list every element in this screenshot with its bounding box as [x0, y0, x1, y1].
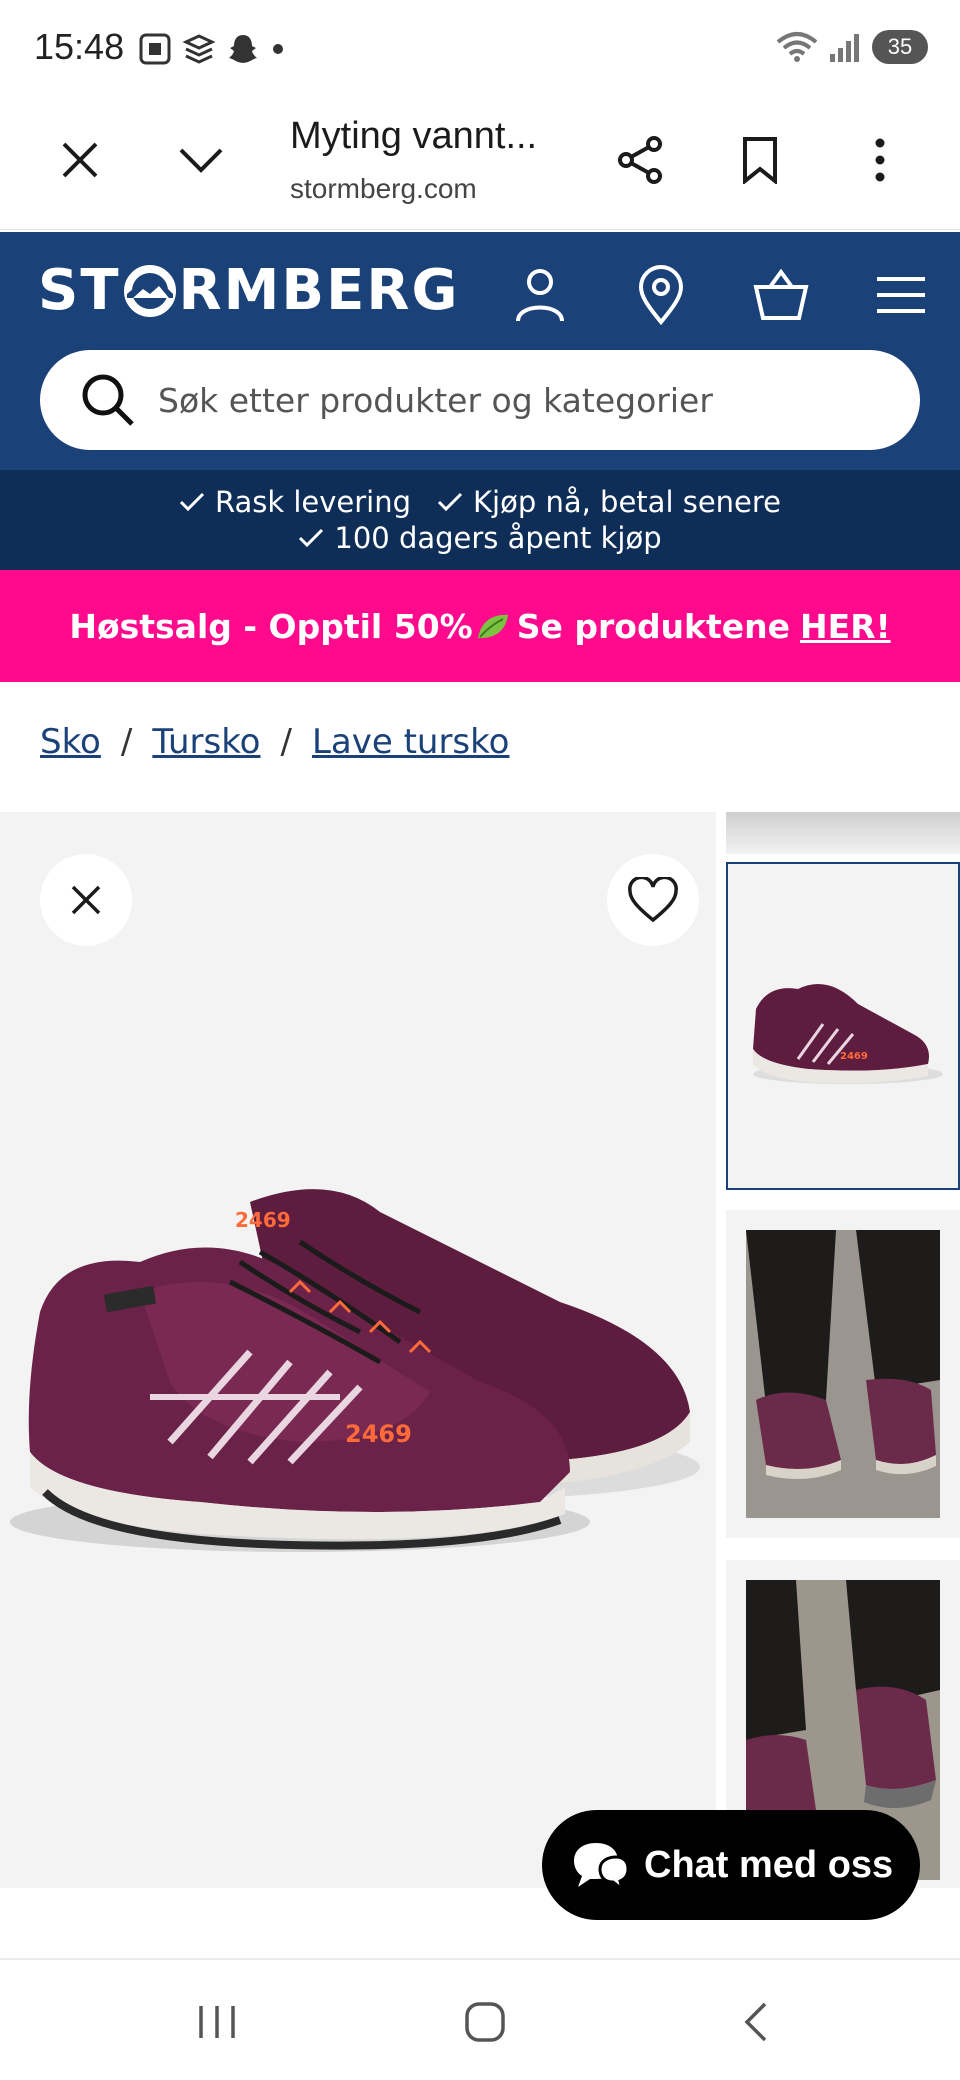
lifestyle-photo [746, 1230, 940, 1518]
check-icon [299, 528, 324, 548]
close-gallery-button[interactable] [40, 854, 132, 946]
search-input[interactable] [158, 380, 878, 420]
logo-mountain-icon [123, 264, 177, 318]
usp-bar: Rask levering Kjøp nå, betal senere 100 … [0, 470, 960, 570]
promo-link[interactable]: HER! [800, 607, 891, 646]
search-bar[interactable] [40, 350, 920, 450]
breadcrumb-link-lave-tursko[interactable]: Lave tursko [312, 722, 509, 762]
back-icon [744, 2002, 767, 2042]
recent-apps-icon [199, 2006, 235, 2038]
status-time: 15:48 [34, 26, 125, 67]
thumbnail-product[interactable]: 2469 [726, 862, 960, 1190]
breadcrumb-link-sko[interactable]: Sko [40, 722, 101, 762]
site-header: ST RMBERG [0, 232, 960, 470]
usp-label: 100 dagers åpent kjøp [334, 521, 662, 555]
shoe-thumbnail: 2469 [753, 984, 943, 1084]
snapchat-icon [229, 35, 257, 63]
heart-icon [628, 877, 678, 923]
product-image-main[interactable]: 2469 2469 [0, 812, 716, 1888]
shoe-thumbnail-label: 2469 [840, 1051, 868, 1062]
chat-label: Chat med oss [644, 1843, 894, 1886]
check-icon [437, 492, 463, 512]
battery-icon: 35 [872, 30, 928, 64]
breadcrumb-separator: / [280, 722, 292, 762]
minimize-button[interactable] [166, 125, 236, 195]
share-button[interactable] [606, 125, 676, 195]
favorite-button[interactable] [607, 854, 699, 946]
promo-banner[interactable]: Høstsalg - Opptil 50% Se produktene HER! [0, 570, 960, 682]
status-icons-right: 35 [776, 30, 928, 64]
wifi-icon [776, 32, 818, 62]
usp-item: 100 dagers åpent kjøp [298, 520, 662, 556]
location-pin-icon [638, 265, 684, 325]
menu-button[interactable] [866, 260, 936, 330]
shoe-model-label-2: 2469 [235, 1208, 291, 1232]
usp-label: Rask levering [214, 485, 412, 519]
store-locator-button[interactable] [626, 260, 696, 330]
shoe-model-label: 2469 [345, 1420, 412, 1448]
breadcrumb-separator: / [120, 722, 133, 762]
recent-apps-button[interactable] [182, 1992, 252, 2052]
close-tab-button[interactable] [45, 125, 115, 195]
status-icons-left [138, 32, 286, 66]
shopping-basket-icon [753, 269, 809, 320]
divider [0, 1958, 960, 1960]
usp-label: Kjøp nå, betal senere [473, 485, 782, 519]
promo-text-2: Se produktene [516, 606, 791, 646]
share-icon [618, 136, 662, 184]
account-button[interactable] [505, 260, 575, 330]
dot-icon [273, 44, 283, 54]
breadcrumb-link-tursko[interactable]: Tursko [152, 722, 260, 762]
menu-icon [877, 277, 925, 313]
close-icon [71, 885, 101, 915]
more-options-button[interactable] [845, 125, 915, 195]
thumbnail-scroll-edge [726, 812, 960, 854]
screenshot-icon [139, 33, 171, 65]
page-url[interactable]: stormberg.com [290, 173, 477, 205]
bookmark-button[interactable] [725, 125, 795, 195]
user-icon [516, 269, 564, 322]
chevron-down-icon [179, 148, 223, 173]
system-navigation-bar [0, 1962, 960, 2080]
leaf-icon [477, 614, 508, 638]
thumbnail-strip: 2469 [726, 812, 960, 1888]
page-title: Myting vannt... [290, 115, 538, 157]
cart-button[interactable] [746, 260, 816, 330]
stormberg-logo[interactable]: ST RMBERG [38, 258, 459, 323]
home-icon [465, 2002, 505, 2042]
lifestyle-photo-1 [746, 1230, 940, 1518]
back-button[interactable] [720, 1992, 790, 2052]
chat-bubbles-icon [574, 1843, 630, 1891]
thumbnail-lifestyle-1[interactable] [726, 1210, 960, 1538]
signal-icon [830, 34, 859, 62]
search-icon [82, 374, 134, 426]
shoe-illustration: 2469 2469 [10, 1189, 700, 1552]
usp-item: Kjøp nå, betal senere [437, 484, 781, 520]
logo-text-right: RMBERG [178, 258, 460, 323]
status-bar: 15:48 35 [0, 0, 960, 95]
chat-button[interactable]: Chat med oss [542, 1810, 920, 1920]
promo-text: Høstsalg - Opptil 50% [69, 606, 473, 646]
logo-text-left: ST [38, 258, 121, 323]
usp-item: Rask levering [179, 484, 411, 520]
more-icon [875, 138, 885, 182]
check-icon [179, 492, 205, 512]
breadcrumb: Sko / Tursko / Lave tursko [40, 722, 509, 762]
bookmark-icon [743, 137, 777, 184]
home-button[interactable] [450, 1992, 520, 2052]
stack-icon [182, 34, 216, 64]
close-icon [62, 142, 98, 178]
browser-toolbar: Myting vannt... stormberg.com [0, 95, 960, 230]
